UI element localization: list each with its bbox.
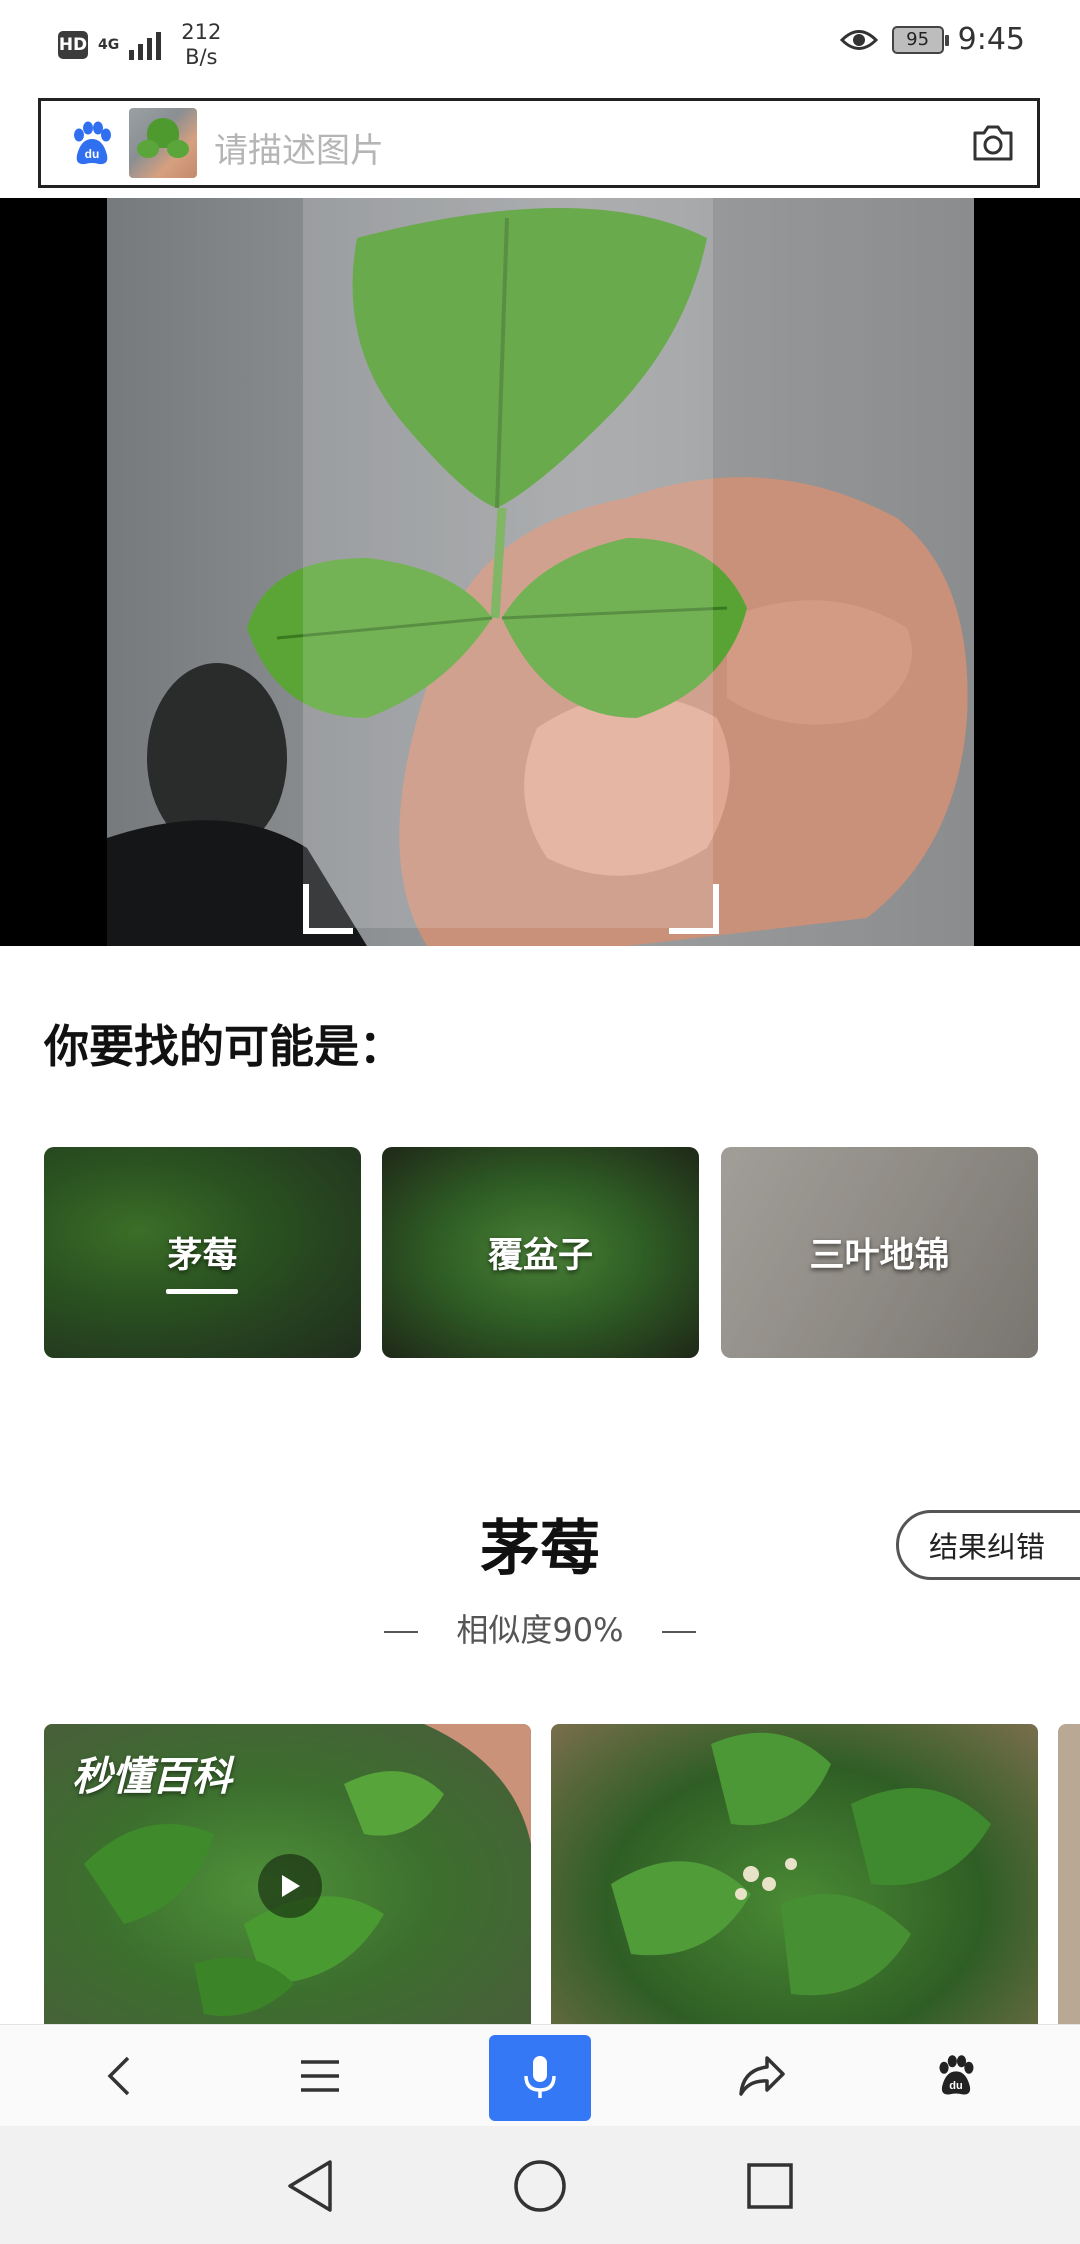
- clock: 9:45: [957, 22, 1025, 57]
- eye-icon: [839, 29, 878, 50]
- svg-text:du: du: [949, 2080, 963, 2092]
- similarity-text: 相似度90%: [456, 1611, 624, 1649]
- candidate-card[interactable]: 覆盆子: [382, 1147, 699, 1358]
- selected-indicator: [166, 1289, 238, 1294]
- search-bar[interactable]: du 请描述图片: [38, 98, 1040, 188]
- baidu-logo-icon: du: [74, 121, 111, 165]
- query-photo-area[interactable]: [0, 198, 1080, 946]
- bottom-toolbar: du: [0, 2024, 1080, 2127]
- network-speed-unit: B/s: [185, 45, 218, 69]
- nav-back-icon: [288, 2160, 332, 2212]
- svg-text:du: du: [85, 147, 100, 161]
- system-navigation-bar: [0, 2126, 1080, 2244]
- section-title: 你要找的可能是：: [44, 1020, 405, 1073]
- candidate-label: 覆盆子: [487, 1236, 593, 1276]
- video-watermark: 秒懂百科: [72, 1754, 232, 1800]
- candidate-card[interactable]: 三叶地锦: [721, 1147, 1038, 1358]
- search-input[interactable]: 请描述图片: [214, 123, 384, 172]
- status-left: HD 4G 212 B/s: [58, 20, 221, 70]
- crop-selection[interactable]: [303, 198, 713, 928]
- result-video-thumbnail[interactable]: 秒懂百科: [44, 1724, 531, 2024]
- battery-level: 95: [906, 29, 930, 50]
- network-speed: 212 B/s: [181, 20, 221, 70]
- nav-recents-icon: [747, 2163, 793, 2209]
- nav-home-icon: [514, 2160, 566, 2212]
- candidate-label: 三叶地锦: [809, 1236, 950, 1276]
- battery-icon: 95: [891, 25, 949, 54]
- camera-icon[interactable]: [971, 123, 1015, 163]
- status-bar: HD 4G 212 B/s 95 9:45: [0, 0, 1080, 90]
- back-button[interactable]: [60, 2025, 180, 2127]
- hd-badge: HD: [58, 31, 88, 59]
- voice-search-button[interactable]: [489, 2035, 591, 2121]
- nav-home-button[interactable]: [500, 2146, 580, 2226]
- baidu-home-button[interactable]: du: [896, 2025, 1016, 2127]
- network-speed-value: 212: [181, 20, 222, 44]
- candidate-list: 茅莓 覆盆子 三叶地锦: [44, 1147, 1038, 1358]
- query-image-thumbnail[interactable]: [129, 108, 197, 178]
- network-type: 4G: [98, 37, 120, 53]
- signal-icon: [129, 30, 162, 60]
- play-icon[interactable]: [258, 1854, 322, 1918]
- candidate-card[interactable]: 茅莓: [44, 1147, 361, 1358]
- report-error-button[interactable]: 结果纠错: [896, 1510, 1080, 1580]
- crop-handle-bottom-left[interactable]: [303, 884, 353, 934]
- crop-handle-bottom-right[interactable]: [669, 884, 719, 934]
- baidu-paw-icon: du: [939, 2055, 974, 2095]
- menu-icon: [301, 2060, 339, 2092]
- back-icon: [107, 2056, 130, 2096]
- mic-icon: [524, 2056, 556, 2098]
- candidate-label: 茅莓: [167, 1236, 238, 1276]
- share-button[interactable]: [702, 2025, 822, 2127]
- result-image-thumbnail[interactable]: [1058, 1724, 1080, 2024]
- nav-back-button[interactable]: [270, 2146, 350, 2226]
- result-image-thumbnail[interactable]: [551, 1724, 1038, 2024]
- share-icon: [739, 2056, 785, 2096]
- menu-button[interactable]: [260, 2025, 380, 2127]
- similarity-score: 相似度90%: [0, 1605, 1080, 1651]
- nav-recents-button[interactable]: [730, 2146, 810, 2226]
- status-right: 95 9:45: [839, 22, 1025, 57]
